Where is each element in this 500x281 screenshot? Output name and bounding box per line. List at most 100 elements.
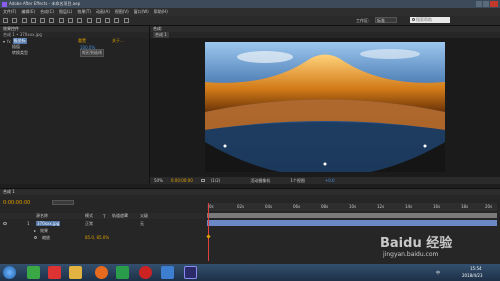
ruler-tick: 20s bbox=[485, 204, 493, 209]
param-value-type[interactable]: 矩形到极线 bbox=[80, 49, 104, 57]
reset-link[interactable]: 重置 bbox=[78, 38, 86, 44]
menu-window[interactable]: 窗口(W) bbox=[134, 9, 149, 15]
menu-file[interactable]: 文件(F) bbox=[3, 9, 16, 15]
comp-sub-tab-row: 合成 1 bbox=[150, 32, 500, 38]
maximize-button[interactable] bbox=[483, 1, 489, 7]
search-help-input[interactable]: 搜索帮助 bbox=[410, 17, 450, 23]
composition-panel: 合成: 合成 1 50% 0:00:00:00 (1/2) 活动摄像机 1个视图… bbox=[150, 26, 500, 184]
ruler-tick: 12s bbox=[377, 204, 385, 209]
brush-tool-icon[interactable] bbox=[95, 18, 101, 23]
app-icon bbox=[2, 1, 7, 7]
timeline-search-input[interactable] bbox=[52, 200, 74, 205]
keyframe-icon[interactable] bbox=[206, 234, 211, 239]
zoom-tool-icon[interactable] bbox=[30, 18, 36, 23]
sub-label-effects: 效果 bbox=[40, 227, 48, 233]
taskbar: 中 15:54 2018/4/23 bbox=[0, 264, 500, 281]
camera-tool-icon[interactable] bbox=[49, 18, 55, 23]
clock-time[interactable]: 15:54 bbox=[470, 266, 482, 271]
effect-param-row: 转换类型 矩形到极线 bbox=[0, 49, 149, 57]
text-tool-icon[interactable] bbox=[86, 18, 92, 23]
col-source-name: 源名称 bbox=[36, 213, 48, 218]
stopwatch-icon[interactable] bbox=[34, 236, 37, 239]
tools-toolbar: 工作区: 标准 搜索帮助 bbox=[0, 16, 500, 26]
sub-row-scale[interactable]: 缩放 85.0, 85.0% bbox=[0, 234, 205, 241]
layer-name[interactable]: 370xxx.jpg bbox=[36, 221, 61, 226]
effect-controls-panel: 效果控件 合成 1 • 370xxx.jpg ▾ fx 极坐标 重置 关于...… bbox=[0, 26, 150, 184]
search-icon bbox=[412, 18, 415, 21]
app-red-icon[interactable] bbox=[48, 266, 61, 279]
ruler-tick: 16s bbox=[433, 204, 441, 209]
layer-duration-bar[interactable] bbox=[207, 220, 497, 226]
start-button[interactable] bbox=[3, 266, 16, 279]
layer-mode[interactable]: 正常 bbox=[85, 221, 93, 227]
menu-edit[interactable]: 编辑(E) bbox=[21, 9, 35, 15]
rotate-tool-icon[interactable] bbox=[40, 18, 46, 23]
eye-icon[interactable] bbox=[3, 222, 7, 225]
param-label-type: 转换类型 bbox=[12, 50, 28, 55]
eraser-tool-icon[interactable] bbox=[114, 18, 120, 23]
menu-effect[interactable]: 效果(T) bbox=[77, 9, 91, 15]
workspace-select[interactable]: 标准 bbox=[375, 17, 397, 23]
menu-composition[interactable]: 合成(C) bbox=[40, 9, 54, 15]
comp-timecode[interactable]: 0:00:00:00 bbox=[171, 178, 193, 183]
menu-layer[interactable]: 图层(L) bbox=[59, 9, 72, 15]
col-track-matte: 轨道遮罩 bbox=[112, 213, 128, 218]
ruler-tick: 08s bbox=[321, 204, 329, 209]
close-button[interactable] bbox=[490, 1, 498, 7]
hand-tool-icon[interactable] bbox=[21, 18, 27, 23]
tab-timeline[interactable]: 合成 1 bbox=[3, 189, 15, 195]
fx-icon: fx bbox=[7, 38, 11, 44]
app-360-icon[interactable] bbox=[27, 266, 40, 279]
sub-label-scale: 缩放 bbox=[42, 234, 50, 240]
camera-select[interactable]: 活动摄像机 bbox=[250, 178, 270, 184]
scale-value[interactable]: 85.0, 85.0% bbox=[85, 235, 109, 240]
ruler-tick: 02s bbox=[237, 204, 245, 209]
ruler-tick: 14s bbox=[405, 204, 413, 209]
media-play-icon[interactable] bbox=[116, 266, 129, 279]
resolution-select[interactable]: (1/2) bbox=[211, 178, 221, 183]
expand-triangle-icon[interactable]: ▾ bbox=[3, 39, 5, 44]
timeline-timecode[interactable]: 0:00:00:00 bbox=[3, 200, 30, 206]
menu-help[interactable]: 帮助(H) bbox=[154, 9, 168, 15]
pen-tool-icon[interactable] bbox=[77, 18, 83, 23]
ruler-tick: 06s bbox=[293, 204, 301, 209]
clock-date[interactable]: 2018/4/23 bbox=[462, 273, 483, 278]
menu-view[interactable]: 视图(V) bbox=[115, 9, 129, 15]
comp-sub-tab[interactable]: 合成 1 bbox=[153, 32, 169, 38]
firefox-icon[interactable] bbox=[95, 266, 108, 279]
about-link[interactable]: 关于... bbox=[112, 38, 124, 44]
layer-row[interactable]: 1 370xxx.jpg 正常 无 bbox=[0, 220, 205, 227]
record-icon[interactable] bbox=[139, 266, 152, 279]
views-select[interactable]: 1个视图 bbox=[290, 178, 305, 184]
layer-columns-header: 源名称 模式 T 轨道遮罩 父级 bbox=[0, 213, 205, 219]
window-title: Adobe After Effects - 未命名项目.aep bbox=[9, 1, 81, 6]
timeline-tab-row: 合成 1 bbox=[0, 189, 500, 195]
comp-image bbox=[205, 42, 445, 177]
col-t: T bbox=[103, 213, 106, 219]
pan-behind-tool-icon[interactable] bbox=[58, 18, 64, 23]
sub-row-effects[interactable]: ▸ 效果 bbox=[0, 227, 205, 234]
folder-icon[interactable] bbox=[69, 266, 82, 279]
puppet-tool-icon[interactable] bbox=[123, 18, 129, 23]
home-icon[interactable] bbox=[3, 18, 8, 23]
layer-parent[interactable]: 无 bbox=[140, 221, 144, 227]
ruler-tick: 10s bbox=[349, 204, 357, 209]
time-ruler[interactable]: 0s 02s 04s 06s 08s 10s 12s 14s 16s 18s 2… bbox=[207, 203, 497, 211]
zoom-select[interactable]: 50% bbox=[154, 178, 163, 183]
current-time-indicator[interactable] bbox=[208, 203, 209, 261]
camera-icon[interactable] bbox=[200, 179, 205, 182]
photos-icon[interactable] bbox=[161, 266, 174, 279]
comp-viewer[interactable] bbox=[205, 42, 445, 177]
comp-footer: 50% 0:00:00:00 (1/2) 活动摄像机 1个视图 +0.0 bbox=[150, 177, 500, 184]
after-effects-icon[interactable] bbox=[184, 266, 197, 279]
col-mode: 模式 bbox=[85, 213, 93, 218]
expand-triangle-icon[interactable]: ▸ bbox=[34, 228, 36, 233]
minimize-button[interactable] bbox=[476, 1, 482, 7]
exposure-value[interactable]: +0.0 bbox=[325, 178, 335, 183]
ime-indicator[interactable]: 中 bbox=[436, 270, 440, 276]
selection-tool-icon[interactable] bbox=[12, 18, 18, 23]
mask-tool-icon[interactable] bbox=[67, 18, 73, 23]
work-area-bar[interactable] bbox=[207, 213, 497, 218]
menu-animation[interactable]: 动画(A) bbox=[96, 9, 110, 15]
stamp-tool-icon[interactable] bbox=[105, 18, 111, 23]
